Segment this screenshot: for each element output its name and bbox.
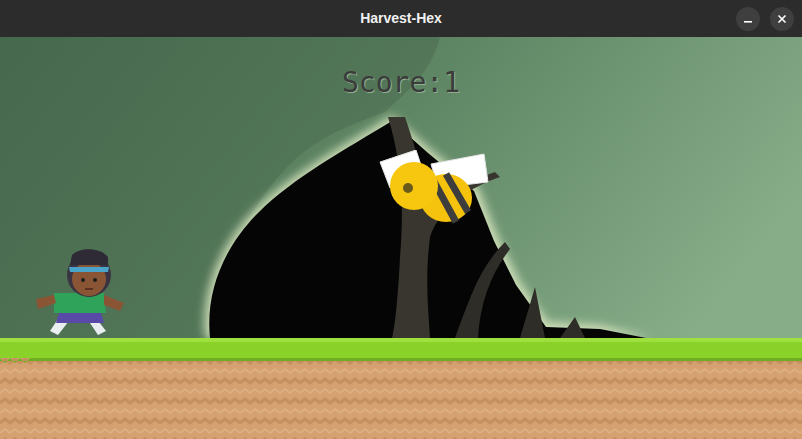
close-icon: [777, 14, 787, 24]
minimize-button[interactable]: [736, 7, 760, 31]
minimize-icon: [743, 14, 753, 24]
dirt: [0, 358, 802, 439]
app-window: Harvest-Hex Score:1: [0, 0, 802, 439]
close-button[interactable]: [770, 7, 794, 31]
player-sprite: [32, 247, 130, 339]
window-title: Harvest-Hex: [360, 8, 442, 29]
cave: [204, 115, 652, 338]
tree-trunk: [388, 117, 500, 338]
grass: [0, 338, 802, 358]
score-text: Score:1: [334, 65, 468, 101]
bee-sprite: [376, 150, 492, 230]
title-bar: Harvest-Hex: [0, 0, 802, 37]
game-canvas[interactable]: Score:1: [0, 37, 802, 439]
